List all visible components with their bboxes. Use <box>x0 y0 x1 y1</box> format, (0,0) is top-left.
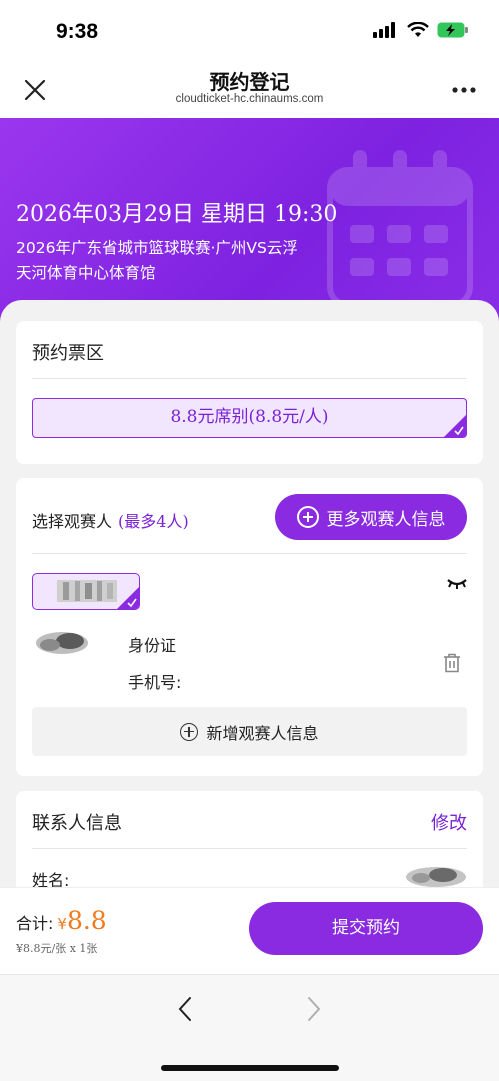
page-domain: cloudticket-hc.chinaums.com <box>175 93 324 105</box>
edit-contact-link[interactable]: 修改 <box>431 809 467 835</box>
submit-button[interactable]: 提交预约 <box>249 902 483 955</box>
home-indicator[interactable] <box>161 1065 339 1071</box>
ticket-zone-card: 预约票区 8.8元席别(8.8元/人) <box>16 321 483 464</box>
viewer-card: 选择观赛人 (最多4人) 更多观赛人信息 身份证 手机号: 新增观赛人信息 <box>16 478 483 776</box>
viewer-max-note: (最多4人) <box>118 512 189 531</box>
more-icon[interactable] <box>451 86 477 94</box>
more-viewers-button[interactable]: 更多观赛人信息 <box>275 494 467 540</box>
plus-circle-icon <box>180 722 199 741</box>
status-time: 9:38 <box>56 20 99 43</box>
contact-title: 联系人信息 <box>32 813 122 834</box>
event-datetime: 2026年03月29日 星期日 19:30 <box>16 202 338 227</box>
system-icons <box>373 22 469 38</box>
nav-bar: 预约登记 cloudticket-hc.chinaums.com <box>0 60 499 118</box>
phone-label: 手机号: <box>128 673 182 692</box>
total-label: 合计: <box>16 914 54 933</box>
check-icon <box>117 587 139 609</box>
browser-toolbar <box>0 974 499 1081</box>
more-viewers-label: 更多观赛人信息 <box>326 509 446 530</box>
viewer-title: 选择观赛人 <box>32 512 113 531</box>
currency-symbol: ¥ <box>57 915 67 933</box>
page-title: 预约登记 <box>209 70 290 94</box>
back-arrow-icon[interactable] <box>176 995 194 1023</box>
forward-arrow-icon[interactable] <box>305 995 323 1023</box>
price-detail: ¥8.8元/张 x 1张 <box>16 942 98 955</box>
event-venue: 天河体育中心体育馆 <box>16 264 156 282</box>
divider <box>32 378 467 379</box>
ticket-zone-option[interactable]: 8.8元席别(8.8元/人) <box>32 398 467 438</box>
blurred-avatar <box>36 632 88 654</box>
eye-closed-icon[interactable] <box>447 578 467 590</box>
divider <box>32 553 467 554</box>
ticket-zone-label: 8.8元席别(8.8元/人) <box>170 407 329 427</box>
id-card-label: 身份证 <box>128 636 177 655</box>
total-amount: 8.8 <box>66 906 107 935</box>
wifi-icon <box>407 22 429 37</box>
viewer-chip[interactable] <box>32 573 140 610</box>
plus-circle-icon <box>296 506 319 528</box>
add-viewer-button[interactable]: 新增观赛人信息 <box>32 707 467 756</box>
check-icon <box>444 415 466 437</box>
checkout-bar: 合计: ¥8.8 ¥8.8元/张 x 1张 提交预约 <box>0 887 499 974</box>
total: 合计: ¥8.8 <box>16 906 107 935</box>
event-name: 2026年广东省城市篮球联赛·广州VS云浮 <box>16 239 298 257</box>
signal-icon <box>373 22 395 38</box>
status-bar: 9:38 <box>0 0 499 60</box>
viewer-header: 选择观赛人 (最多4人) <box>32 508 189 532</box>
ticket-zone-title: 预约票区 <box>32 343 104 364</box>
battery-charging-icon <box>437 22 468 38</box>
trash-icon[interactable] <box>443 653 461 673</box>
calendar-icon <box>327 150 473 308</box>
divider <box>32 848 467 849</box>
add-viewer-label: 新增观赛人信息 <box>206 723 319 743</box>
